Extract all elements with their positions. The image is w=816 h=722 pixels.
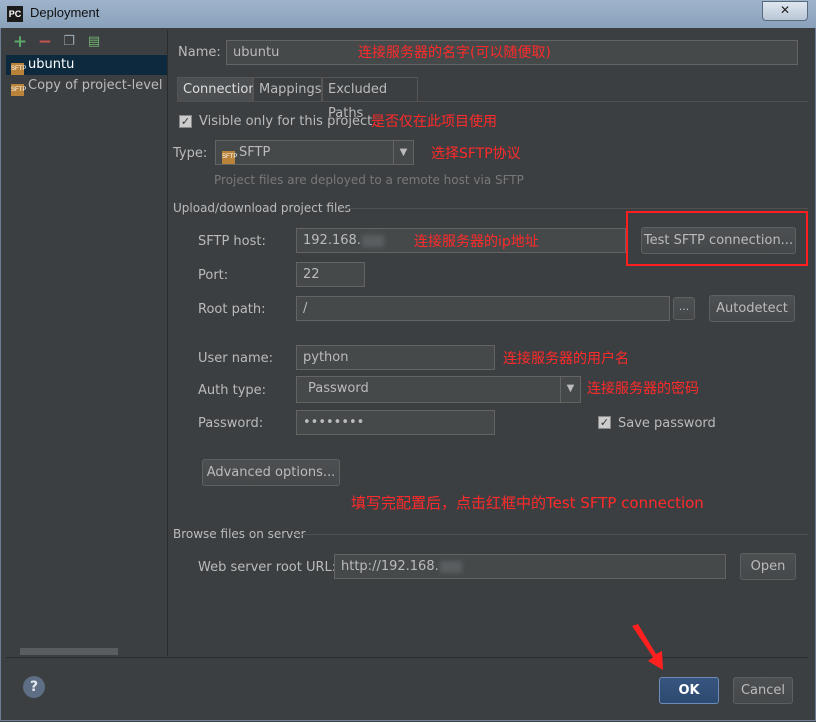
title-bar [0, 0, 816, 29]
server-list-panel: + − ❐ ▤ SFTP ubuntu SFTP Copy of project-l… [6, 30, 168, 656]
type-value: SFTP [239, 145, 271, 160]
user-name-annotation: 连接服务器的用户名 [503, 351, 629, 367]
add-server-icon[interactable]: + [12, 34, 28, 51]
tab-connection[interactable]: Connection [177, 77, 257, 101]
server-item-label: ubuntu [28, 57, 75, 72]
web-root-input[interactable]: http://192.168. [334, 554, 726, 579]
chevron-down-icon: ▼ [560, 377, 580, 402]
left-horizontal-scrollbar[interactable] [20, 648, 118, 655]
user-name-label: User name: [198, 351, 274, 366]
footer-divider [6, 657, 808, 658]
password-label: Password: [198, 416, 264, 431]
browse-section-divider [294, 534, 808, 535]
tab-mappings[interactable]: Mappings [253, 77, 322, 101]
upload-section-title: Upload/download project files [173, 201, 351, 215]
red-arrow-icon [632, 624, 663, 670]
user-name-input[interactable]: python [296, 345, 495, 370]
auth-type-select[interactable]: Password ▼ [296, 376, 581, 403]
sftp-icon: SFTP [11, 84, 26, 96]
name-label: Name: [178, 45, 221, 60]
type-annotation: 选择SFTP协议 [431, 146, 521, 162]
copy-server-icon[interactable]: ❐ [61, 34, 77, 50]
type-label: Type: [173, 146, 208, 161]
save-password-label: Save password [618, 416, 716, 431]
sftp-host-annotation: 连接服务器的ip地址 [414, 234, 539, 250]
root-path-input[interactable]: / [296, 296, 670, 321]
tab-excluded-paths[interactable]: Excluded Paths [322, 77, 418, 121]
autodetect-button[interactable]: Autodetect [709, 295, 795, 322]
password-input[interactable]: •••••••• [296, 410, 495, 435]
advanced-options-button[interactable]: Advanced options... [202, 459, 340, 486]
auth-type-value: Password [308, 381, 369, 396]
use-as-default-icon[interactable]: ▤ [86, 34, 102, 50]
open-button[interactable]: Open [740, 553, 796, 580]
web-root-label: Web server root URL: [198, 560, 337, 575]
port-input[interactable]: 22 [296, 262, 365, 287]
highlight-box [626, 211, 808, 266]
sftp-host-value: 192.168. [303, 233, 361, 248]
redacted-ip [439, 560, 462, 573]
browse-section-title: Browse files on server [173, 527, 306, 541]
window-title: Deployment [30, 5, 100, 20]
visible-only-label: Visible only for this project [199, 114, 373, 129]
visible-only-checkbox[interactable]: ✓ [179, 115, 192, 128]
close-window-button[interactable]: ✕ [762, 1, 808, 21]
remove-server-icon[interactable]: − [37, 34, 53, 51]
name-annotation: 连接服务器的名字(可以随便取) [358, 45, 551, 61]
type-select[interactable]: SFTP SFTP ▼ [215, 140, 414, 165]
server-item-ubuntu[interactable]: SFTP ubuntu [6, 55, 167, 75]
cancel-button[interactable]: Cancel [733, 677, 793, 704]
sftp-host-label: SFTP host: [198, 234, 266, 249]
browse-root-button[interactable]: ... [673, 297, 695, 320]
root-path-label: Root path: [198, 302, 266, 317]
auth-type-annotation: 连接服务器的密码 [587, 381, 699, 397]
redacted-ip [361, 234, 384, 247]
type-hint: Project files are deployed to a remote h… [214, 173, 524, 187]
help-icon[interactable]: ? [23, 676, 45, 698]
chevron-down-icon: ▼ [393, 141, 413, 164]
visible-only-annotation: 是否仅在此项目使用 [371, 114, 497, 130]
web-root-value: http://192.168. [341, 559, 439, 574]
pycharm-app-icon: PC [7, 6, 23, 22]
tab-underline [177, 101, 808, 102]
sftp-icon: SFTP [11, 63, 26, 75]
ok-button[interactable]: OK [659, 677, 719, 704]
server-item-label: Copy of project-level se [28, 78, 167, 93]
save-password-checkbox[interactable]: ✓ [598, 416, 611, 429]
server-item-copy[interactable]: SFTP Copy of project-level se [6, 76, 167, 96]
upload-section-divider [342, 208, 808, 209]
bottom-instruction-annotation: 填写完配置后，点击红框中的Test SFTP connection [351, 494, 704, 512]
port-label: Port: [198, 268, 229, 283]
auth-type-label: Auth type: [198, 383, 267, 398]
sftp-icon: SFTP [222, 151, 237, 164]
